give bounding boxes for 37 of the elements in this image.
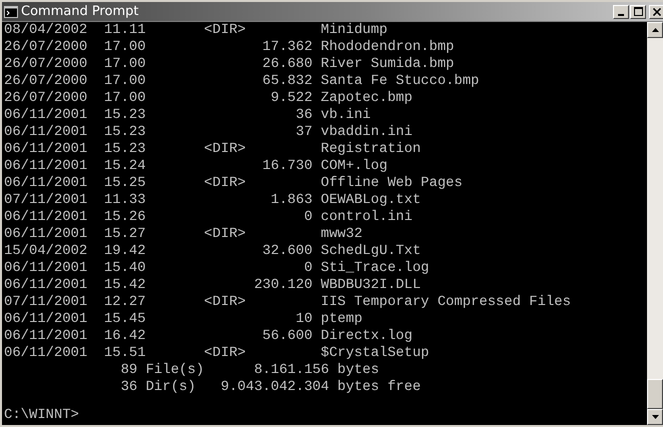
minimize-icon	[618, 14, 624, 16]
window-title: Command Prompt	[21, 4, 140, 19]
console-line: 06/11/2001 15.23 37 vbaddin.ini	[4, 124, 414, 141]
console-line: 06/11/2001 15.23 36 vb.ini	[4, 107, 372, 124]
up-arrow-icon	[652, 28, 658, 32]
console-line: 06/11/2001 15.26 0 control.ini	[4, 209, 414, 226]
command-prompt[interactable]: C:\WINNT>	[4, 407, 80, 424]
console-line: 07/11/2001 12.27 <DIR> IIS Temporary Compressed Files	[4, 294, 572, 311]
console-line: 15/04/2002 19.42 32.600 SchedLgU.Txt	[4, 243, 422, 260]
console-line: 26/07/2000 17.00 65.832 Santa Fe Stucco.bmp	[4, 73, 480, 90]
console-line: 06/11/2001 16.42 56.600 Directx.log	[4, 328, 414, 345]
console-line: 06/11/2001 15.27 <DIR> mww32	[4, 226, 364, 243]
console-line: 06/11/2001 15.24 16.730 COM+.log	[4, 158, 388, 175]
console-line: 06/11/2001 15.45 10 ptemp	[4, 311, 364, 328]
down-arrow-icon	[652, 415, 658, 419]
console-line: 06/11/2001 15.40 0 Sti_Trace.log	[4, 260, 430, 277]
console-line: 06/11/2001 15.25 <DIR> Offline Web Pages	[4, 175, 464, 192]
console-line: 06/11/2001 15.42 230.120 WBDBU32I.DLL	[4, 277, 422, 294]
maximize-button[interactable]	[630, 4, 646, 18]
maximize-icon	[634, 7, 642, 16]
console-line: 89 File(s) 8.161.156 bytes	[120, 362, 380, 379]
console-line: 26/07/2000 17.00 26.680 River Sumida.bmp	[4, 56, 456, 73]
scroll-thumb[interactable]	[647, 379, 663, 409]
scroll-up-button[interactable]	[647, 22, 663, 38]
console-line: 26/07/2000 17.00 9.522 Zapotec.bmp	[4, 90, 414, 107]
minimize-button[interactable]	[613, 4, 629, 18]
console-line: 06/11/2001 15.51 <DIR> $CrystalSetup	[4, 345, 430, 362]
scroll-down-button[interactable]	[647, 409, 663, 425]
close-icon	[653, 8, 661, 16]
scrollbar[interactable]	[647, 22, 663, 425]
close-button[interactable]	[649, 4, 663, 18]
terminal-icon	[4, 6, 18, 18]
console-line: 08/04/2002 11.11 <DIR> Minidump	[4, 22, 388, 39]
console-line: 07/11/2001 11.33 1.863 OEWABLog.txt	[4, 192, 422, 209]
console-line: 06/11/2001 15.23 <DIR> Registration	[4, 141, 422, 158]
console-line: 26/07/2000 17.00 17.362 Rhododendron.bmp	[4, 39, 456, 56]
console-line: 36 Dir(s) 9.043.042.304 bytes free	[120, 379, 422, 396]
